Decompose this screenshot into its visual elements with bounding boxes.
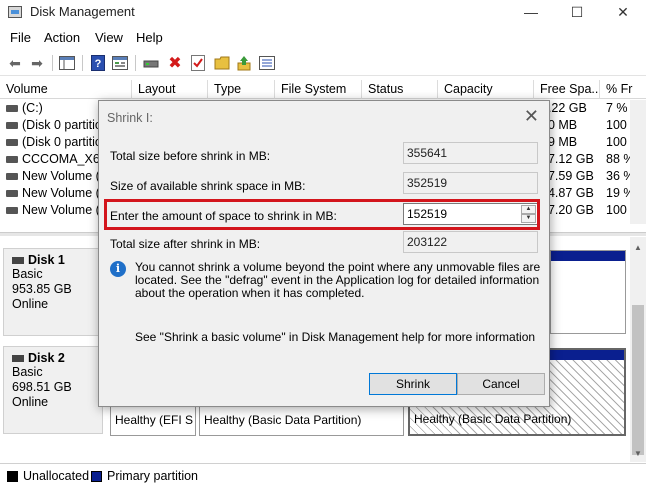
volume-name: (Disk 0 partitio	[22, 118, 102, 132]
column-type[interactable]: Type	[208, 80, 275, 99]
dialog-close-button[interactable]: ✕	[524, 106, 539, 127]
minimize-button[interactable]: —	[508, 0, 554, 25]
volume-icon	[6, 139, 18, 146]
info-icon: i	[110, 261, 126, 277]
highlight-box	[104, 199, 540, 230]
toolbar: ⬅ ➡ ? ✖	[0, 50, 646, 76]
disk-icon	[12, 354, 24, 362]
volume-percent-free: 100 '	[606, 203, 633, 217]
volume-name: New Volume (	[22, 169, 100, 183]
partition[interactable]	[550, 250, 626, 334]
primary-partition-swatch	[91, 471, 102, 482]
volume-list-scrollbar[interactable]	[630, 100, 646, 224]
volume-list-header: Volume Layout Type File System Status Ca…	[0, 80, 646, 99]
total-after-field: 203122	[403, 231, 538, 253]
disk-map-scrollbar[interactable]: ▲ ▼	[630, 237, 646, 462]
connect-disk-icon[interactable]	[142, 54, 160, 72]
console-tree-icon[interactable]	[58, 54, 76, 72]
total-before-label: Total size before shrink in MB:	[110, 149, 271, 163]
toolbar-separator	[52, 55, 53, 71]
window-title: Disk Management	[30, 4, 135, 19]
volume-icon	[6, 105, 18, 112]
volume-percent-free: 7 %	[606, 101, 628, 115]
column-volume[interactable]: Volume	[0, 80, 132, 99]
menu-help[interactable]: Help	[136, 30, 163, 45]
column-file-system[interactable]: File System	[275, 80, 362, 99]
volume-percent-free: 100 '	[606, 135, 633, 149]
toolbar-separator	[135, 55, 136, 71]
column-capacity[interactable]: Capacity	[438, 80, 534, 99]
menu-view[interactable]: View	[95, 30, 123, 45]
help-icon[interactable]: ?	[89, 54, 107, 72]
volume-icon	[6, 207, 18, 214]
title-bar: Disk Management — ☐ ✕	[0, 0, 646, 25]
volume-name: (C:)	[22, 101, 43, 115]
upload-icon[interactable]	[235, 54, 253, 72]
available-space-label: Size of available shrink space in MB:	[110, 179, 306, 193]
help-text: See "Shrink a basic volume" in Disk Mana…	[135, 330, 536, 344]
volume-icon	[6, 190, 18, 197]
disk-size: 953.85 GB	[12, 282, 72, 296]
shrink-button[interactable]: Shrink	[369, 373, 457, 395]
legend: Unallocated Primary partition	[0, 463, 646, 491]
legend-primary-partition: Primary partition	[107, 469, 198, 483]
dialog-title: Shrink I:	[107, 111, 153, 125]
menu-action[interactable]: Action	[44, 30, 80, 45]
volume-icon	[6, 156, 18, 163]
available-space-field: 352519	[403, 172, 538, 194]
disk-management-icon	[8, 6, 22, 18]
legend-unallocated: Unallocated	[23, 469, 90, 483]
disk-type: Basic	[12, 365, 43, 379]
volume-name: (Disk 0 partitio	[22, 135, 102, 149]
primary-partition-bar	[551, 251, 625, 261]
volume-percent-free: 100 '	[606, 118, 633, 132]
properties-icon[interactable]	[111, 54, 129, 72]
disk-size: 698.51 GB	[12, 380, 72, 394]
disk-1-label[interactable]: Disk 1 Basic 953.85 GB Online	[3, 248, 103, 336]
toolbar-separator	[82, 55, 83, 71]
back-arrow-icon[interactable]: ⬅	[6, 54, 24, 72]
menu-file[interactable]: File	[10, 30, 31, 45]
volume-icon	[6, 173, 18, 180]
column-free-space[interactable]: Free Spa...	[534, 80, 600, 99]
check-disk-icon[interactable]	[189, 54, 207, 72]
disk-icon	[12, 256, 24, 264]
scroll-up-icon[interactable]: ▲	[634, 243, 642, 252]
partition-status: Healthy (Basic Data Partition)	[204, 413, 362, 427]
partition-status: Healthy (EFI S	[115, 413, 194, 427]
close-button[interactable]: ✕	[600, 0, 646, 25]
folder-icon[interactable]	[213, 54, 231, 72]
svg-text:?: ?	[95, 58, 102, 70]
forward-arrow-icon[interactable]: ➡	[28, 54, 46, 72]
disk-name: Disk 2	[28, 351, 65, 365]
scroll-down-icon[interactable]: ▼	[634, 449, 642, 458]
view-list-icon[interactable]	[258, 54, 276, 72]
volume-name: New Volume (	[22, 203, 100, 217]
volume-icon	[6, 122, 18, 129]
total-after-label: Total size after shrink in MB:	[110, 237, 261, 251]
unallocated-swatch	[7, 471, 18, 482]
volume-name: CCCOMA_X64	[22, 152, 107, 166]
partition-status: Healthy (Basic Data Partition)	[414, 412, 572, 426]
info-text: You cannot shrink a volume beyond the po…	[135, 260, 541, 300]
delete-icon[interactable]: ✖	[166, 54, 184, 72]
disk-name: Disk 1	[28, 253, 65, 267]
disk-2-label[interactable]: Disk 2 Basic 698.51 GB Online	[3, 346, 103, 434]
disk-type: Basic	[12, 267, 43, 281]
shrink-dialog: Shrink I: ✕ Total size before shrink in …	[98, 100, 550, 407]
maximize-button[interactable]: ☐	[554, 0, 600, 25]
disk-status: Online	[12, 297, 49, 311]
volume-name: New Volume (	[22, 186, 100, 200]
cancel-button[interactable]: Cancel	[457, 373, 545, 395]
total-before-field: 355641	[403, 142, 538, 164]
column-layout[interactable]: Layout	[132, 80, 208, 99]
scrollbar-thumb[interactable]	[632, 305, 644, 455]
column-status[interactable]: Status	[362, 80, 438, 99]
menu-bar: File Action View Help	[0, 27, 646, 49]
disk-status: Online	[12, 395, 49, 409]
column-percent-free[interactable]: % Fr	[600, 80, 646, 99]
